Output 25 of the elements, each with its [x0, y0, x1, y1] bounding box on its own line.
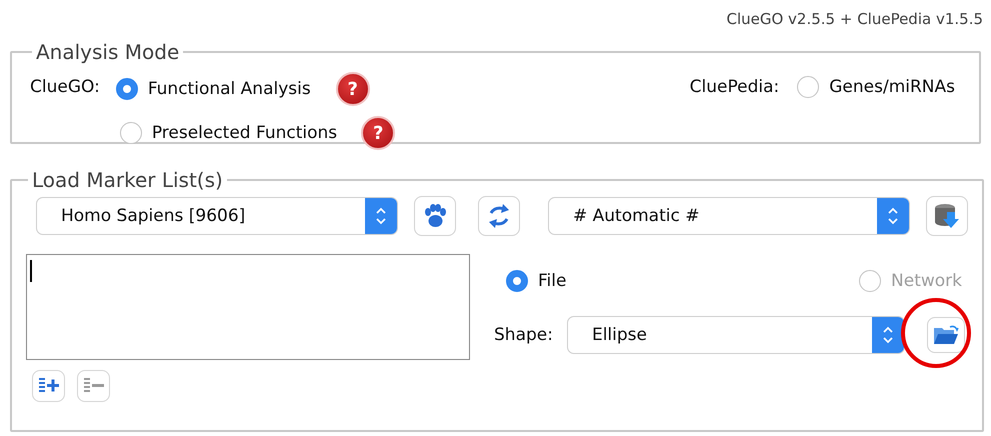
id-type-dropdown[interactable]: # Automatic #: [548, 197, 910, 235]
version-text: ClueGO v2.5.5 + CluePedia v1.5.5: [726, 10, 983, 30]
shape-label: Shape:: [494, 324, 553, 347]
database-download-icon[interactable]: [926, 196, 968, 236]
radio-button[interactable]: File: [506, 266, 566, 296]
cluepedia-label: CluePedia:: [690, 76, 780, 99]
help-button[interactable]: ?: [361, 116, 396, 150]
radio-button[interactable]: Preselected Functions: [120, 118, 338, 148]
radio-button[interactable]: Functional Analysis: [116, 74, 311, 104]
remove-list-icon[interactable]: [77, 370, 110, 402]
folder-icon[interactable]: [926, 317, 965, 353]
stepper-icon: [365, 198, 397, 234]
radio-button[interactable]: Genes/miRNAs: [797, 72, 955, 102]
section-title: Analysis Mode: [35, 40, 180, 64]
organism-dropdown[interactable]: Homo Sapiens [9606]: [36, 197, 398, 235]
marker-list-field[interactable]: [26, 254, 470, 360]
cluego-label: ClueGO:: [30, 76, 100, 99]
stepper-icon: [877, 198, 909, 234]
refresh-icon[interactable]: [478, 196, 520, 236]
section-title: Load Marker List(s): [31, 168, 224, 192]
stepper-icon: [872, 317, 904, 353]
help-button[interactable]: ?: [336, 72, 370, 106]
shape-dropdown[interactable]: Ellipse: [566, 316, 905, 354]
add-list-icon[interactable]: [32, 370, 65, 402]
paw-icon[interactable]: [414, 196, 456, 236]
